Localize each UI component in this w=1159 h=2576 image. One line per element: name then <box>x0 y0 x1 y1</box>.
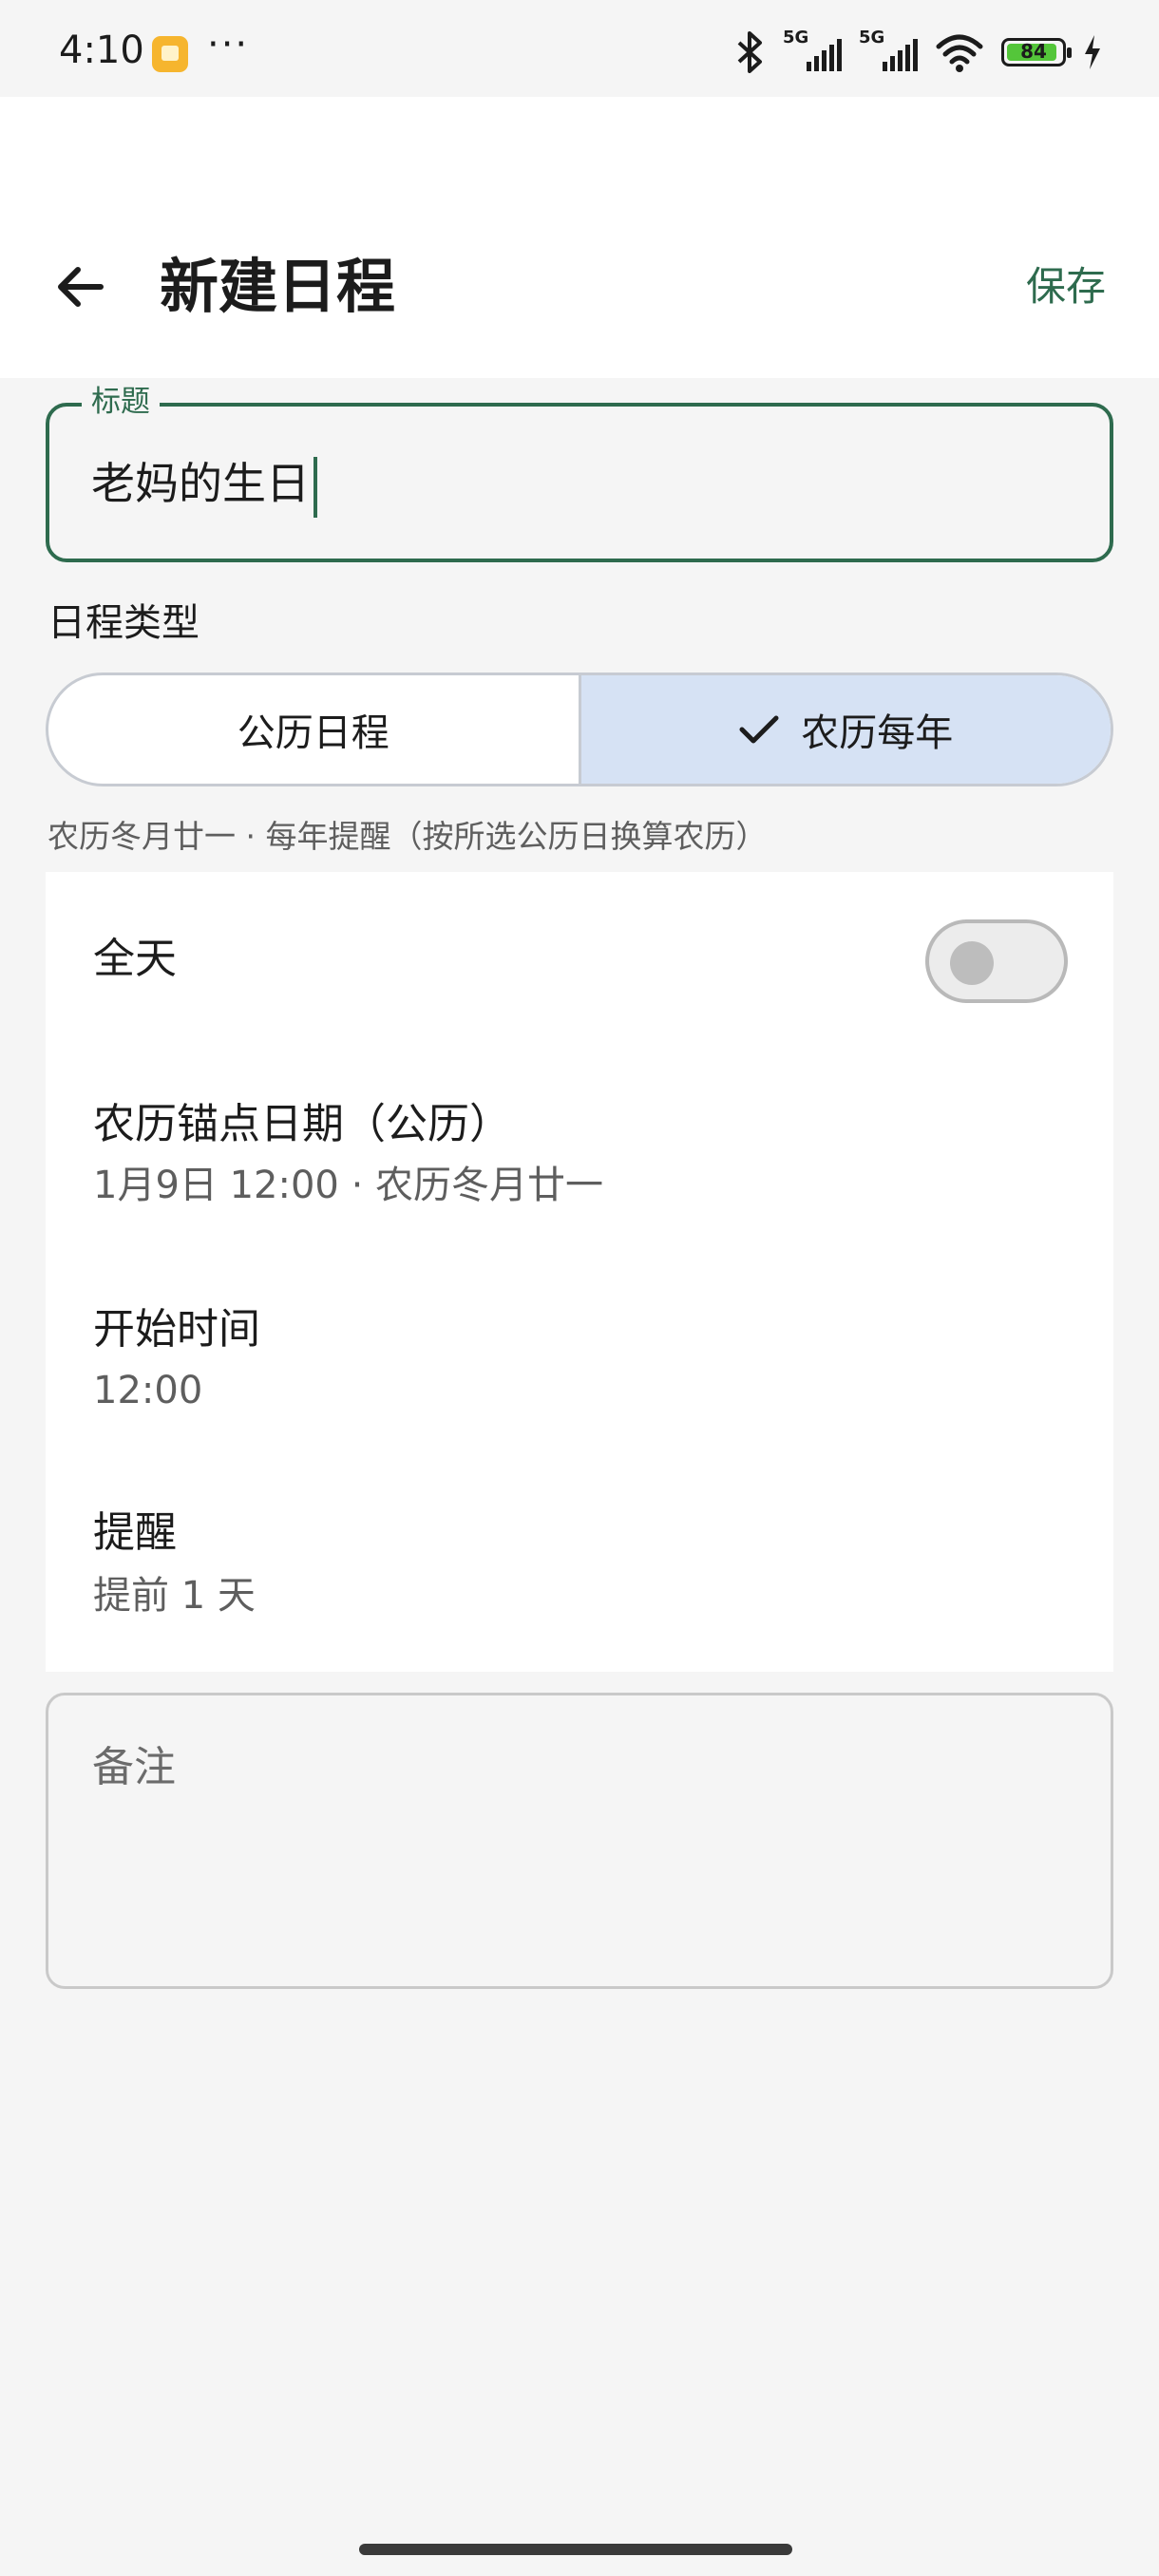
save-button[interactable]: 保存 <box>1026 256 1106 317</box>
anchor-date-label: 农历锚点日期（公历） <box>93 1100 511 1148</box>
battery-level: 84 <box>1020 40 1047 63</box>
all-day-toggle[interactable] <box>925 919 1068 1003</box>
settings-card: 全天 农历锚点日期（公历） 1月9日 12:00 · 农历冬月廿一 开始时间 1… <box>46 872 1113 1672</box>
screen: 4:10 ··· 5G 5G 84 新建日程 保存 标题 老妈的生日 日程类型 … <box>0 0 1159 2576</box>
check-icon <box>739 715 779 744</box>
signal-icon: 5G <box>783 28 842 73</box>
toggle-knob <box>950 941 994 985</box>
all-day-label: 全天 <box>93 935 177 983</box>
signal-label: 5G <box>859 28 885 47</box>
segment-label: 公历日程 <box>237 711 390 755</box>
app-notification-icon <box>152 36 188 72</box>
schedule-type-label: 日程类型 <box>48 601 200 645</box>
start-time-value: 12:00 <box>93 1369 203 1412</box>
reminder-label: 提醒 <box>93 1508 177 1557</box>
schedule-type-selector: 公历日程 农历每年 <box>46 672 1113 786</box>
more-notifications-indicator: ··· <box>207 23 250 66</box>
status-time: 4:10 <box>59 28 144 72</box>
arrow-back-icon <box>58 267 104 307</box>
segment-label: 农历每年 <box>801 711 954 755</box>
segment-lunar-yearly[interactable]: 农历每年 <box>578 675 1111 784</box>
segment-solar-schedule[interactable]: 公历日程 <box>48 675 579 784</box>
signal-icon: 5G <box>859 28 918 73</box>
home-indicator[interactable] <box>359 2544 792 2555</box>
notes-input[interactable]: 备注 <box>46 1693 1113 1989</box>
start-time-label: 开始时间 <box>93 1305 260 1354</box>
bluetooth-icon <box>737 31 762 73</box>
wifi-icon <box>936 34 983 72</box>
title-field-label: 标题 <box>82 384 160 420</box>
status-icons: 5G 5G 84 <box>733 28 1102 76</box>
lunar-hint-text: 农历冬月廿一 · 每年提醒（按所选公历日换算农历） <box>48 818 768 855</box>
battery-icon: 84 <box>1001 38 1072 66</box>
title-input-value[interactable]: 老妈的生日 <box>91 450 317 518</box>
status-bar: 4:10 ··· 5G 5G 84 <box>0 0 1159 97</box>
text-cursor <box>314 456 317 518</box>
charging-icon <box>1085 35 1100 69</box>
back-button[interactable] <box>42 249 118 325</box>
anchor-date-value: 1月9日 12:00 · 农历冬月廿一 <box>93 1164 604 1207</box>
notes-placeholder: 备注 <box>92 1743 176 1791</box>
page-title: 新建日程 <box>160 252 396 321</box>
reminder-value: 提前 1 天 <box>93 1574 256 1618</box>
app-bar: 新建日程 保存 <box>0 97 1159 378</box>
signal-label: 5G <box>783 28 809 47</box>
title-text: 老妈的生日 <box>91 458 310 509</box>
